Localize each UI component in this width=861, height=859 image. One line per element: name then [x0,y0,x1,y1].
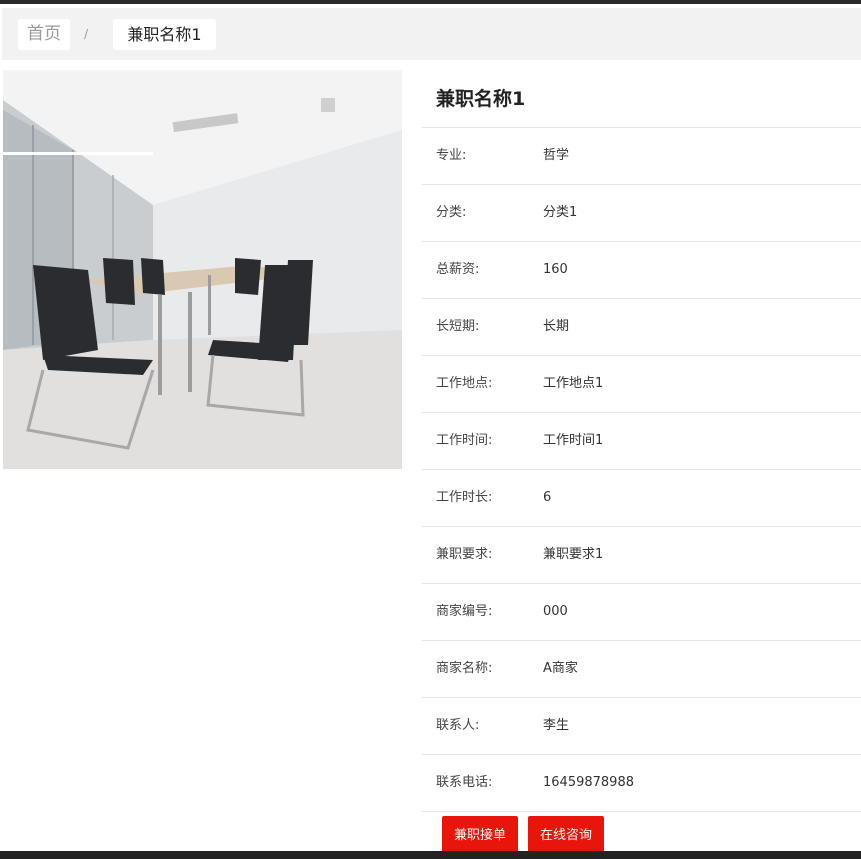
detail-value: 160 [543,262,568,277]
detail-value: 分类1 [543,205,578,220]
detail-label: 工作时间: [436,433,493,448]
detail-label: 兼职要求: [436,547,493,562]
detail-label: 分类: [436,205,467,220]
job-detail-panel: 兼职名称1 专业: 哲学分类: 分类1 总薪资: 160 长短期: 长期工作地点: 工作地点1… [422,70,861,812]
detail-label: 商家名称: [436,661,493,676]
detail-row-merchant-id: 商家编号: 000 [422,584,861,641]
detail-row-work-location: 工作地点: 工作地点1 [422,356,861,413]
detail-value: 6 [543,490,552,505]
detail-row-total-salary: 总薪资: 160 [422,242,861,299]
detail-label: 商家编号: [436,604,493,619]
bottom-bar [0,851,861,859]
detail-value: 工作地点1 [543,376,604,391]
detail-row-work-duration: 工作时长: 6 [422,470,861,527]
detail-row-term: 长短期: 长期 [422,299,861,356]
breadcrumb-current: 兼职名称1 [113,19,216,50]
detail-value: 兼职要求1 [543,547,604,562]
detail-label: 专业: [436,148,467,163]
detail-row-contact-phone: 联系电话: 16459878988 [422,755,861,812]
detail-value: 李生 [543,718,570,733]
detail-row-job-requirements: 兼职要求: 兼职要求1 [422,527,861,584]
detail-label: 联系电话: [436,775,493,790]
detail-row-major: 专业: 哲学 [422,128,861,185]
detail-row-work-time: 工作时间: 工作时间1 [422,413,861,470]
detail-row-contact-person: 联系人: 李生 [422,698,861,755]
detail-row-category: 分类: 分类1 [422,185,861,242]
job-photo [3,70,402,469]
job-title: 兼职名称1 [422,70,861,128]
detail-value: 工作时间1 [543,433,604,448]
top-border [0,0,861,4]
detail-value: 16459878988 [543,775,634,790]
detail-label: 长短期: [436,319,480,334]
detail-value: 长期 [543,319,570,334]
breadcrumb-home-link[interactable]: 首页 [18,19,70,50]
breadcrumb: 首页 / 兼职名称1 [2,8,861,60]
detail-label: 工作时长: [436,490,493,505]
breadcrumb-separator: / [84,27,89,41]
detail-value: 哲学 [543,148,570,163]
detail-label: 总薪资: [436,262,480,277]
detail-row-merchant-name: 商家名称: A商家 [422,641,861,698]
detail-value: A商家 [543,661,578,676]
detail-value: 000 [543,604,568,619]
detail-label: 工作地点: [436,376,493,391]
detail-label: 联系人: [436,718,480,733]
